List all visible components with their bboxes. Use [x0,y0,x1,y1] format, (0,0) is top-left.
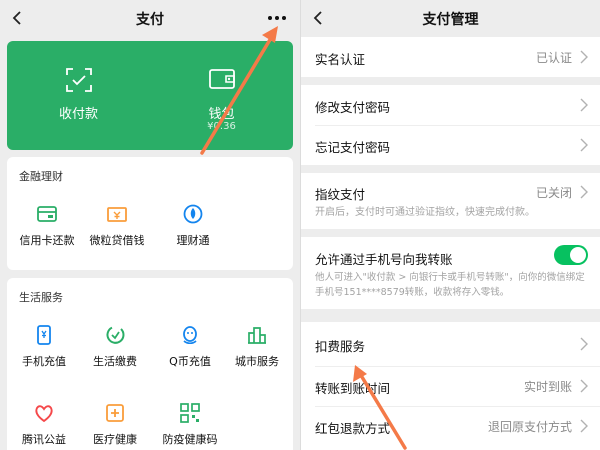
toggle-knob [570,247,586,263]
payment-management-screen: 支付管理 实名认证 已认证 修改支付密码 忘记支付密码 指纹支付 已关闭 开启后… [300,0,600,450]
payment-summary-card: 收付款 钱包 ¥0.36 [7,41,293,150]
phone-transfer-label: 允许通过手机号向我转账 [315,252,453,267]
service-label: 微粒贷借钱 [89,234,145,247]
service-label: 医疗健康 [93,433,137,446]
chevron-right-icon [580,98,588,112]
red-packet-refund-row[interactable]: 红包退款方式 退回原支付方式 [301,406,600,446]
life-services-section: 生活服务 手机充值 生活缴费 Q币充值 城市服务 腾讯公益 医疗健康 防疫健康码 [7,278,293,450]
charity-icon [35,405,53,423]
health-code-icon [180,403,200,423]
service-label: 防疫健康码 [162,433,218,446]
row-label: 红包退款方式 [315,421,391,436]
qq-coin-icon [183,326,197,345]
service-credit-card-repay[interactable]: 信用卡还款 [12,203,82,248]
life-section-title: 生活服务 [19,291,63,304]
page-title: 支付管理 [422,12,479,28]
chevron-right-icon [580,50,588,64]
payment-navbar: 支付 [0,0,300,36]
service-utility-payment[interactable]: 生活缴费 [80,324,150,369]
service-phone-recharge[interactable]: 手机充值 [9,324,79,369]
more-options-button[interactable] [262,4,292,32]
row-value: 已认证 [535,51,572,65]
password-group: 修改支付密码 忘记支付密码 [301,85,600,165]
more-dots-icon [268,16,286,20]
row-label: 修改支付密码 [315,100,391,115]
real-name-verification-row[interactable]: 实名认证 已认证 [301,37,600,77]
service-qq-coin[interactable]: Q币充值 [155,324,225,369]
change-password-row[interactable]: 修改支付密码 [301,85,600,125]
service-health-code[interactable]: 防疫健康码 [155,402,225,447]
collect-pay-label: 收付款 [58,107,98,122]
wallet-label: 钱包 [208,107,235,122]
service-city[interactable]: 城市服务 [222,324,292,369]
service-medical[interactable]: 医疗健康 [80,402,150,447]
service-wealth[interactable]: 理财通 [158,203,228,248]
finance-section: 金融理财 信用卡还款 微粒贷借钱 理财通 [7,157,293,270]
scan-code-icon [65,68,92,92]
row-value: 已关闭 [535,186,572,200]
chevron-right-icon [580,337,588,351]
forgot-password-row[interactable]: 忘记支付密码 [301,125,600,165]
service-label: 生活缴费 [93,355,137,368]
phone-transfer-group: 允许通过手机号向我转账 他人可进入"收付款 > 向银行卡或手机号转账"，向你的微… [301,237,600,309]
page-title: 支付 [136,12,164,28]
deduction-service-row[interactable]: 扣费服务 [301,324,600,364]
row-label: 转账到账时间 [315,381,391,396]
credit-card-icon [37,206,57,222]
service-label: 城市服务 [235,355,279,368]
wallet-icon [208,69,235,89]
row-label: 扣费服务 [315,339,366,354]
service-label: 信用卡还款 [19,234,75,247]
loan-icon [107,207,127,222]
wallet-button[interactable]: 钱包 ¥0.36 [150,41,293,150]
fingerprint-group: 指纹支付 已关闭 开启后，支付时可通过验证指纹，快速完成付款。 [301,173,600,229]
phone-recharge-icon [37,325,51,345]
row-value: 退回原支付方式 [487,420,572,434]
row-value: 实时到账 [523,380,572,394]
service-label: 腾讯公益 [22,433,66,446]
chevron-right-icon [580,138,588,152]
chevron-right-icon [580,185,588,199]
service-charity[interactable]: 腾讯公益 [9,402,79,447]
chevron-right-icon [580,419,588,433]
service-label: Q币充值 [169,355,211,368]
service-micro-loan[interactable]: 微粒贷借钱 [82,203,152,248]
utility-payment-icon [106,326,125,344]
service-label: 理财通 [176,234,210,247]
service-settings-group: 扣费服务 转账到账时间 实时到账 红包退款方式 退回原支付方式 [301,322,600,450]
wealth-icon [183,204,203,224]
phone-transfer-toggle[interactable] [554,245,588,265]
phone-transfer-description: 他人可进入"收付款 > 向银行卡或手机号转账"，向你的微信绑定手机号151***… [315,272,585,298]
transfer-arrival-time-row[interactable]: 转账到账时间 实时到账 [301,366,600,406]
city-service-icon [248,327,266,344]
fingerprint-description: 开启后，支付时可通过验证指纹，快速完成付款。 [315,207,535,218]
service-label: 手机充值 [22,355,66,368]
finance-section-title: 金融理财 [19,170,63,183]
verification-group: 实名认证 已认证 [301,37,600,77]
collect-pay-button[interactable]: 收付款 [7,41,150,150]
row-label: 实名认证 [315,52,366,67]
medical-icon [106,404,124,422]
management-navbar: 支付管理 [301,0,600,36]
row-label: 忘记支付密码 [315,140,391,155]
payment-screen: 支付 收付款 钱包 ¥0.36 金融理财 信用卡还款 微粒贷借钱 理财通 生活服… [0,0,300,450]
wallet-balance: ¥0.36 [207,121,236,132]
row-label: 指纹支付 [315,187,366,202]
chevron-right-icon [580,379,588,393]
